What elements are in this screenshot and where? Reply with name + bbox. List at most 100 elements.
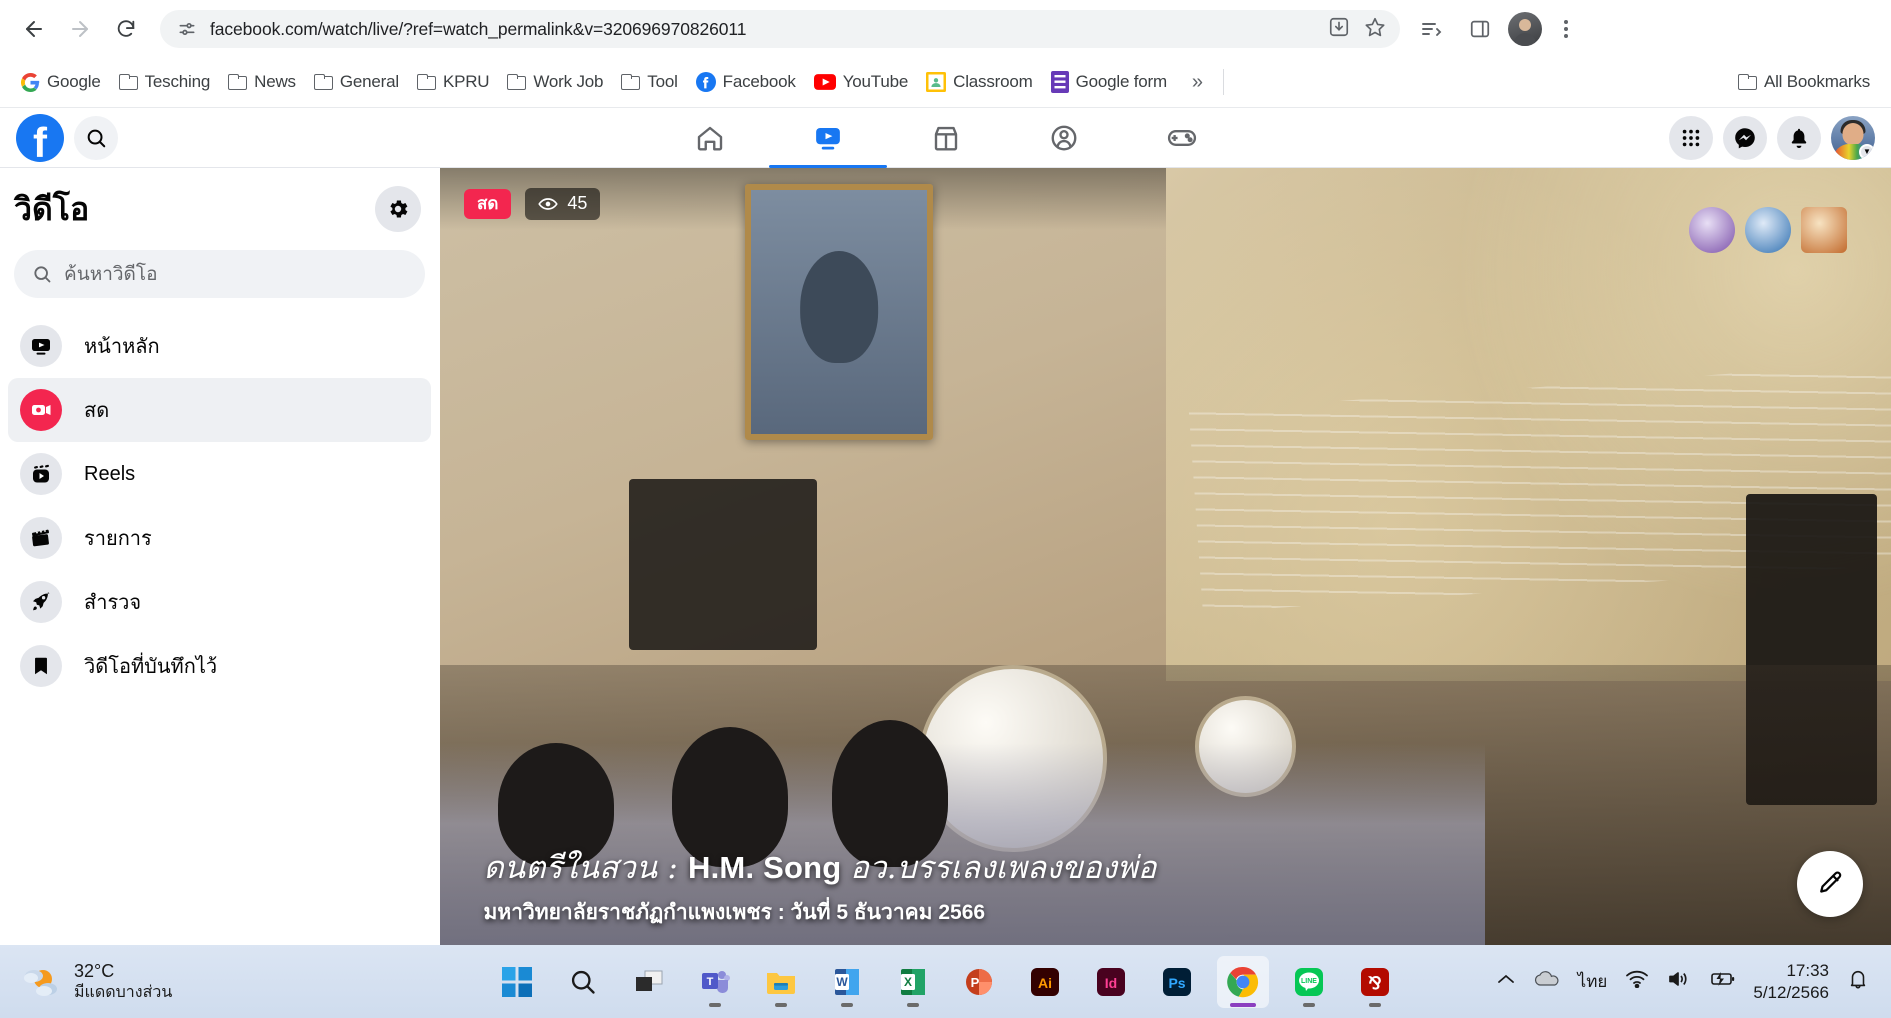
sidebar-item-label: Reels: [84, 462, 136, 485]
reading-list-icon[interactable]: [1412, 9, 1452, 49]
acrobat-button[interactable]: ⅋: [1349, 956, 1401, 1008]
indesign-button[interactable]: Id: [1085, 956, 1137, 1008]
toolbar-right-actions: [1412, 9, 1582, 49]
volume-tray-icon[interactable]: [1667, 970, 1691, 993]
wifi-tray-icon[interactable]: [1625, 970, 1649, 993]
word-button[interactable]: W: [821, 956, 873, 1008]
tab-video[interactable]: [768, 108, 887, 168]
caption-line-1-title: H.M. Song: [688, 850, 851, 885]
googleform-icon: [1050, 71, 1069, 93]
powerpoint-button[interactable]: P: [953, 956, 1005, 1008]
illustrator-button[interactable]: Ai: [1019, 956, 1071, 1008]
rocket-glyph: [33, 592, 50, 611]
indesign-icon: Id: [1096, 967, 1125, 996]
reels-glyph: [33, 464, 49, 483]
back-button[interactable]: [14, 9, 54, 49]
video-settings-button[interactable]: [375, 186, 421, 232]
video-home-icon: [20, 325, 62, 367]
sidebar-item-home[interactable]: หน้าหลัก: [8, 314, 431, 378]
battery-tray-icon[interactable]: [1709, 971, 1735, 992]
side-panel-icon[interactable]: [1460, 9, 1500, 49]
line-icon: LINE: [1294, 967, 1323, 996]
tab-marketplace[interactable]: [887, 108, 1005, 167]
chrome-button[interactable]: [1216, 955, 1269, 1008]
show-hidden-icons-button[interactable]: [1496, 972, 1516, 991]
sidebar-item-reels[interactable]: Reels: [8, 442, 431, 506]
site-settings-icon[interactable]: [174, 16, 200, 42]
bookmarks-overflow-icon[interactable]: »: [1182, 71, 1213, 94]
folder-icon: [621, 74, 641, 90]
compose-button[interactable]: [1797, 851, 1863, 917]
messenger-button[interactable]: [1723, 115, 1767, 160]
facebook-topbar-left: f: [16, 113, 376, 162]
taskbar-search-button[interactable]: [557, 956, 609, 1008]
excel-button[interactable]: X: [887, 956, 939, 1008]
all-bookmarks-button[interactable]: All Bookmarks: [1729, 67, 1879, 97]
player-badges: สด 45: [464, 188, 601, 220]
bookmark-work-job[interactable]: Work Job: [498, 67, 612, 97]
sidebar-item-explore[interactable]: สำรวจ: [8, 570, 431, 634]
video-home-glyph: [32, 339, 50, 355]
onedrive-tray-button[interactable]: [1534, 971, 1560, 992]
reload-button[interactable]: [106, 9, 146, 49]
weather-description: มีแดดบางส่วน: [74, 983, 173, 1001]
tab-groups[interactable]: [1005, 108, 1123, 167]
facebook-topbar-right: ▼: [1669, 115, 1875, 160]
facebook-search-button[interactable]: [74, 115, 118, 160]
bookmark-google[interactable]: Google: [12, 67, 110, 97]
marketplace-icon: [934, 126, 957, 150]
photoshop-button[interactable]: Ps: [1151, 956, 1203, 1008]
bookmark-star-icon[interactable]: [1364, 16, 1386, 43]
tab-gaming[interactable]: [1123, 108, 1241, 167]
weather-partly-sunny-icon: [24, 969, 57, 996]
line-button[interactable]: LINE: [1283, 956, 1335, 1008]
forward-button[interactable]: [60, 9, 100, 49]
account-avatar[interactable]: ▼: [1831, 115, 1875, 160]
system-tray: ไทย 17:33 5/12/2566: [1496, 960, 1879, 1003]
bookmark-tesching[interactable]: Tesching: [110, 67, 220, 97]
sidebar-item-live[interactable]: สด: [8, 378, 431, 442]
teams-button[interactable]: T: [689, 956, 741, 1008]
folder-icon: [313, 74, 333, 90]
bookmark-label: Google form: [1075, 72, 1168, 91]
taskbar-clock[interactable]: 17:33 5/12/2566: [1753, 960, 1829, 1003]
address-bar[interactable]: facebook.com/watch/live/?ref=watch_perma…: [160, 10, 1400, 48]
notification-center-button[interactable]: [1847, 968, 1869, 995]
file-explorer-button[interactable]: [755, 956, 807, 1008]
chevron-down-icon[interactable]: ▼: [1859, 143, 1875, 160]
caption-line-2: มหาวิทยาลัยราชภัฏกำแพงเพชร : วันที่ 5 ธั…: [483, 901, 986, 924]
sidebar-item-saved-videos[interactable]: วิดีโอที่บันทึกไว้: [8, 634, 431, 698]
sidebar-item-label: สด: [84, 400, 110, 422]
bookmark-news[interactable]: News: [219, 67, 305, 97]
install-app-icon[interactable]: [1328, 16, 1350, 43]
profile-avatar[interactable]: [1508, 12, 1542, 46]
bookmark-kpru[interactable]: KPRU: [408, 67, 498, 97]
bookmark-tool[interactable]: Tool: [612, 67, 686, 97]
bookmark-classroom[interactable]: Classroom: [917, 67, 1041, 97]
bookmark-general[interactable]: General: [305, 67, 408, 97]
facebook-logo-icon[interactable]: f: [16, 113, 64, 162]
taskbar-weather-widget[interactable]: 32°C มีแดดบางส่วน: [12, 956, 342, 1007]
bookmark-facebook[interactable]: Facebook: [687, 67, 805, 97]
video-search-input[interactable]: ค้นหาวิดีโอ: [14, 250, 425, 298]
task-view-button[interactable]: [623, 956, 675, 1008]
viewer-count: 45: [567, 193, 588, 213]
weather-temperature: 32°C: [74, 961, 115, 982]
chrome-menu-button[interactable]: [1550, 11, 1582, 47]
tab-home[interactable]: [651, 108, 769, 167]
acrobat-icon: ⅋: [1360, 967, 1389, 996]
live-video-player[interactable]: สด 45 ดนตรีในสวน : H.M. Song อว.บรรเลงเพ…: [440, 168, 1891, 945]
bookmark-google-form[interactable]: Google form: [1042, 66, 1176, 98]
facebook-icon: [695, 72, 716, 92]
bookmark-label: Facebook: [722, 72, 796, 91]
start-button[interactable]: [491, 956, 543, 1008]
language-indicator[interactable]: ไทย: [1578, 968, 1608, 995]
svg-text:W: W: [836, 975, 848, 989]
sidebar-item-shows[interactable]: รายการ: [8, 506, 431, 570]
folder-icon: [766, 972, 795, 994]
menu-grid-button[interactable]: [1669, 115, 1713, 160]
excel-icon: X: [900, 968, 925, 995]
bookmark-youtube[interactable]: YouTube: [805, 67, 917, 97]
notifications-button[interactable]: [1777, 115, 1821, 160]
powerpoint-icon: P: [965, 968, 992, 995]
